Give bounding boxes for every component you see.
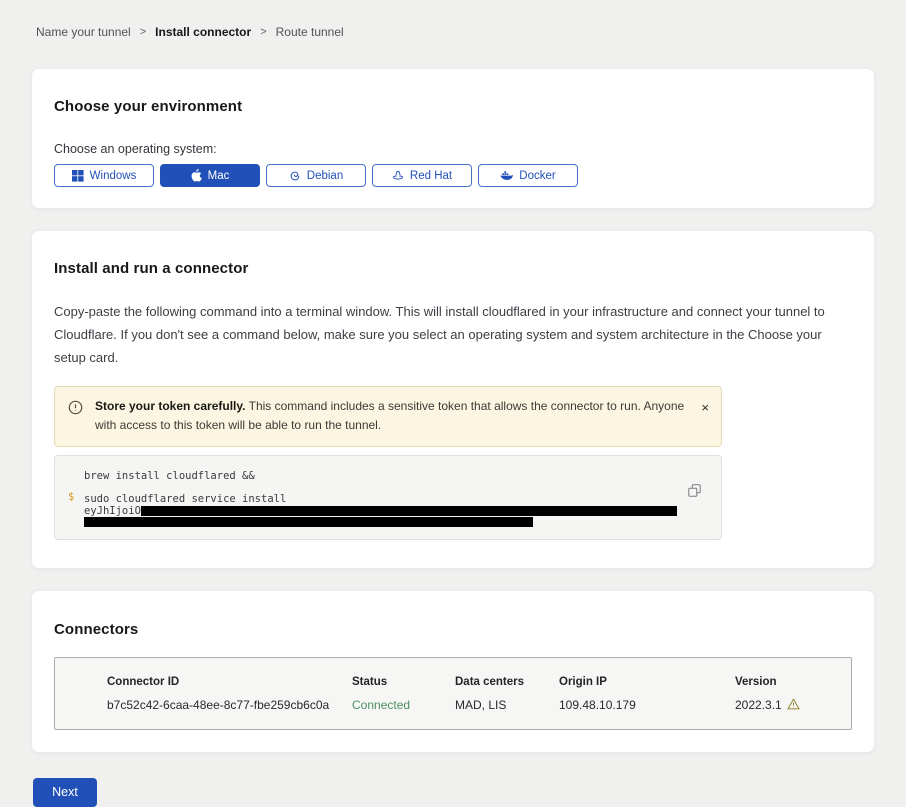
redacted-token-bar [84, 517, 533, 527]
os-button-mac[interactable]: Mac [160, 164, 260, 187]
redhat-icon [392, 169, 404, 182]
header-status: Status [352, 676, 455, 688]
breadcrumb: Name your tunnel > Install connector > R… [0, 0, 906, 39]
header-data-centers: Data centers [455, 676, 559, 688]
breadcrumb-separator: > [140, 26, 146, 38]
redacted-token-bar [141, 506, 677, 516]
os-button-label: Red Hat [410, 170, 452, 182]
version-value: 2022.3.1 [735, 698, 841, 713]
connectors-card: Connectors Connector ID Status Data cent… [31, 590, 875, 753]
connector-id-value: b7c52c42-6caa-48ee-8c77-fbe259cb6c0a [107, 698, 352, 712]
os-label: Choose an operating system: [54, 142, 852, 156]
os-button-label: Windows [90, 170, 137, 182]
docker-icon [500, 170, 513, 181]
header-origin-ip: Origin IP [559, 676, 735, 688]
shell-prompt: $ [68, 491, 74, 503]
token-prefix: eyJhIjoiO [84, 505, 141, 517]
connectors-card-title: Connectors [54, 621, 852, 638]
next-button[interactable]: Next [33, 778, 97, 807]
table-row: b7c52c42-6caa-48ee-8c77-fbe259cb6c0a Con… [107, 698, 841, 713]
token-line: eyJhIjoiO [84, 506, 681, 517]
choose-environment-card: Choose your environment Choose an operat… [31, 68, 875, 209]
install-description: Copy-paste the following command into a … [54, 301, 852, 369]
command-line-1: brew install cloudflared && [84, 470, 681, 482]
breadcrumb-route-tunnel[interactable]: Route tunnel [276, 25, 344, 39]
status-badge: Connected [352, 698, 455, 712]
install-card-title: Install and run a connector [54, 260, 852, 277]
command-code-block: $ brew install cloudflared && sudo cloud… [54, 455, 722, 540]
breadcrumb-name-your-tunnel[interactable]: Name your tunnel [36, 25, 131, 39]
warning-triangle-icon [787, 698, 800, 713]
os-button-debian[interactable]: Debian [266, 164, 366, 187]
info-circle-icon [68, 400, 83, 420]
breadcrumb-install-connector[interactable]: Install connector [155, 25, 251, 39]
breadcrumb-separator: > [260, 26, 266, 38]
os-button-redhat[interactable]: Red Hat [372, 164, 472, 187]
origin-ip-value: 109.48.10.179 [559, 698, 735, 712]
os-button-windows[interactable]: Windows [54, 164, 154, 187]
environment-card-title: Choose your environment [54, 98, 852, 115]
connectors-table-header: Connector ID Status Data centers Origin … [107, 676, 841, 688]
header-connector-id: Connector ID [107, 676, 352, 688]
copy-icon[interactable] [688, 484, 701, 500]
header-version: Version [735, 676, 841, 688]
os-button-row: Windows Mac Debian Red Hat [54, 164, 852, 187]
debian-icon [289, 170, 301, 182]
os-button-label: Mac [208, 170, 230, 182]
apple-icon [191, 169, 202, 182]
token-warning-bold: Store your token carefully. [95, 399, 246, 413]
os-button-label: Docker [519, 170, 555, 182]
token-warning-text: Store your token carefully. This command… [95, 397, 687, 435]
install-connector-card: Install and run a connector Copy-paste t… [31, 230, 875, 569]
connectors-table: Connector ID Status Data centers Origin … [54, 657, 852, 730]
os-button-docker[interactable]: Docker [478, 164, 578, 187]
os-button-label: Debian [307, 170, 343, 182]
command-line-2: sudo cloudflared service install [84, 493, 681, 505]
close-icon[interactable]: × [701, 401, 709, 414]
windows-icon [72, 170, 84, 182]
data-centers-value: MAD, LIS [455, 698, 559, 712]
token-warning-banner: Store your token carefully. This command… [54, 386, 722, 446]
